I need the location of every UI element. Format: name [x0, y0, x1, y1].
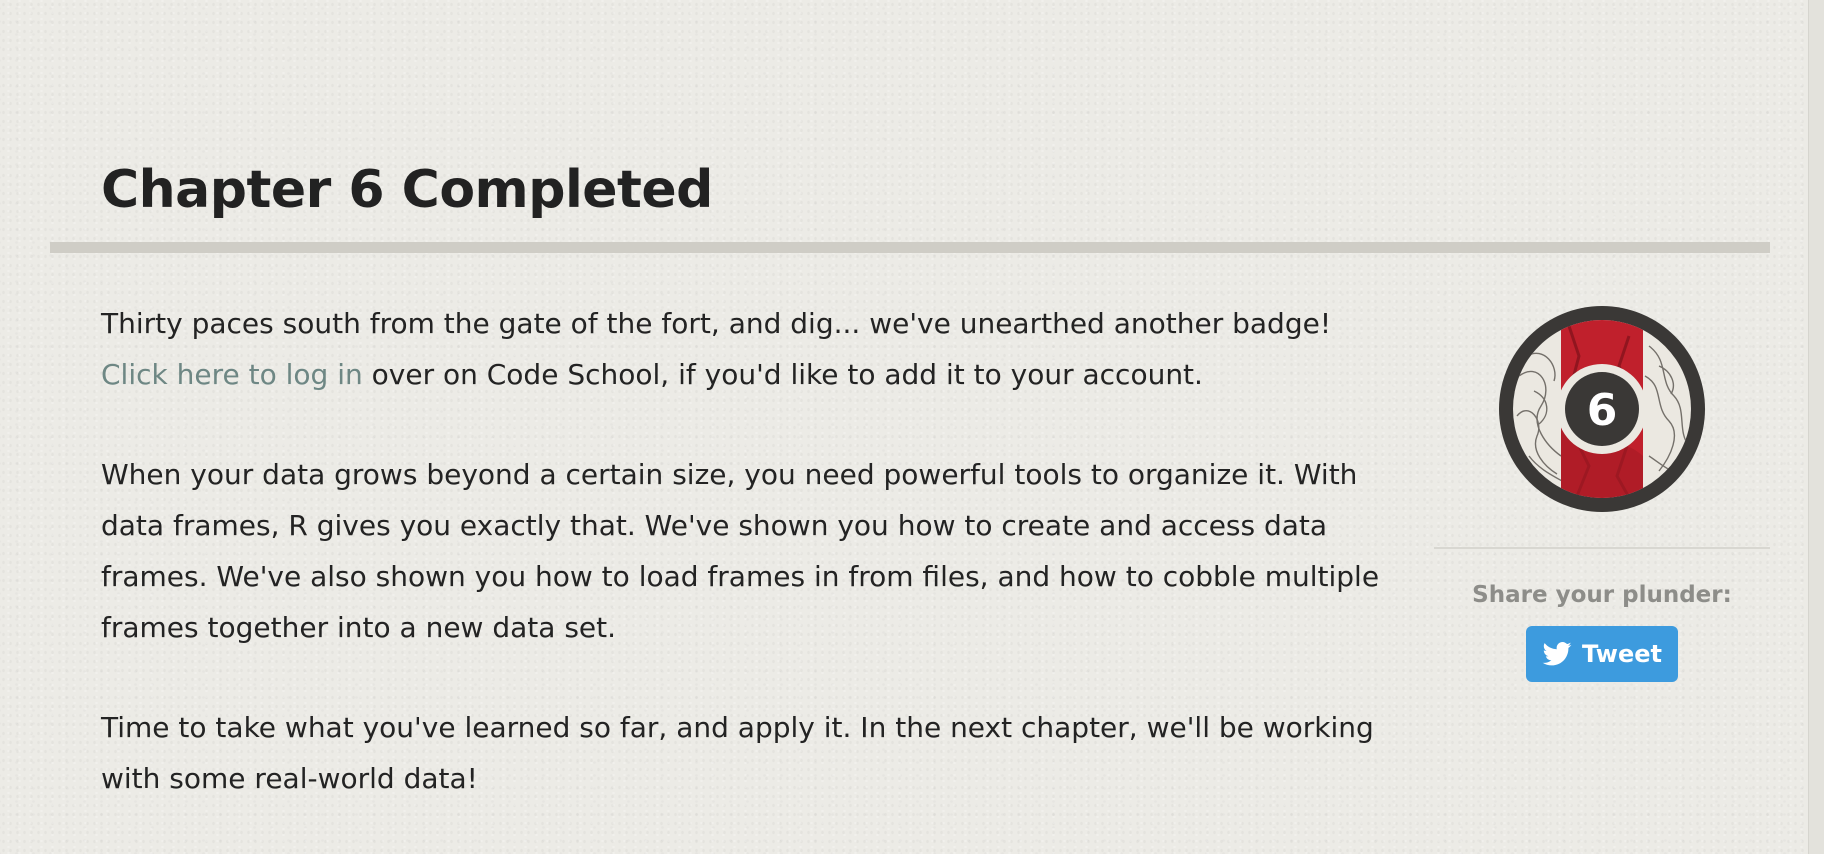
- scrollbar-track[interactable]: [1808, 0, 1824, 854]
- login-link[interactable]: Click here to log in: [101, 358, 363, 391]
- sidebar-divider: [1434, 547, 1770, 549]
- chapter-badge-icon[interactable]: 6: [1499, 306, 1705, 512]
- next-chapter-paragraph: Time to take what you've learned so far,…: [101, 711, 1374, 795]
- share-label: Share your plunder:: [1472, 582, 1732, 608]
- chapter-summary: Thirty paces south from the gate of the …: [101, 298, 1401, 853]
- tweet-label: Tweet: [1582, 640, 1662, 668]
- intro-text: Thirty paces south from the gate of the …: [101, 307, 1332, 340]
- twitter-bird-icon: [1542, 642, 1572, 666]
- intro-paragraph: Thirty paces south from the gate of the …: [101, 298, 1401, 400]
- title-divider: [50, 242, 1770, 253]
- login-suffix-text: over on Code School, if you'd like to ad…: [362, 358, 1203, 391]
- summary-paragraph: When your data grows beyond a certain si…: [101, 458, 1380, 644]
- tweet-button[interactable]: Tweet: [1526, 626, 1678, 682]
- page-title: Chapter 6 Completed: [101, 160, 713, 220]
- badge-number: 6: [1587, 385, 1618, 436]
